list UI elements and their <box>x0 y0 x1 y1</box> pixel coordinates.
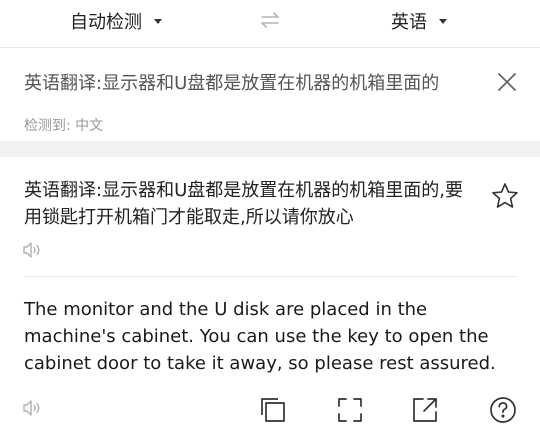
target-language-selector[interactable]: 英语 <box>391 8 447 34</box>
close-icon[interactable] <box>495 70 519 94</box>
speaker-icon[interactable] <box>22 397 46 419</box>
language-bar: 自动检测 英语 <box>0 0 540 48</box>
caret-down-icon <box>439 19 447 24</box>
source-language-selector[interactable]: 自动检测 <box>70 8 162 34</box>
divider <box>24 276 517 277</box>
fullscreen-icon[interactable] <box>336 396 364 424</box>
target-language-label: 英语 <box>391 12 427 33</box>
help-icon[interactable] <box>489 396 517 424</box>
share-icon[interactable] <box>411 396 439 424</box>
result-card: 英语翻译:显示器和U盘都是放置在机器的机箱里面的,要用锁匙打开机箱门才能取走,所… <box>0 157 540 441</box>
detected-language: 检测到: 中文 <box>24 118 104 134</box>
source-text: 英语翻译:显示器和U盘都是放置在机器的机箱里面的,要用锁匙打开机箱门才能取走,所… <box>24 180 463 228</box>
input-area: 英语翻译:显示器和U盘都是放置在机器的机箱里面的 检测到: 中文 <box>0 49 540 141</box>
section-separator <box>0 141 540 157</box>
source-language-label: 自动检测 <box>70 12 142 33</box>
caret-down-icon <box>154 19 162 24</box>
star-icon[interactable] <box>490 181 520 211</box>
copy-icon[interactable] <box>259 396 287 424</box>
translation-result: The monitor and the U disk are placed in… <box>24 299 496 374</box>
speaker-icon[interactable] <box>22 239 46 261</box>
source-input[interactable]: 英语翻译:显示器和U盘都是放置在机器的机箱里面的 <box>24 69 476 95</box>
swap-arrows-icon[interactable] <box>259 9 281 31</box>
